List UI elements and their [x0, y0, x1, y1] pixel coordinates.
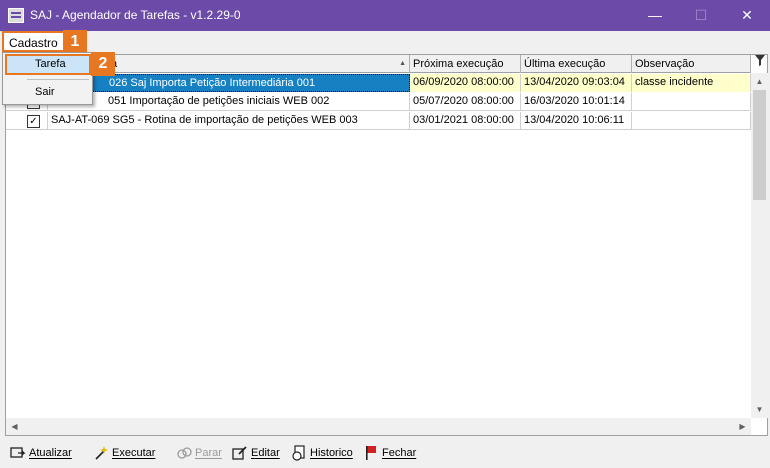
vertical-scrollbar[interactable]: ▲ ▼ — [751, 73, 768, 418]
row-description[interactable]: 026 Saj Importa Petição Intermediária 00… — [48, 74, 410, 92]
historico-button[interactable]: Historico — [291, 443, 353, 463]
menu-item-tarefa[interactable]: Tarefa — [5, 54, 91, 75]
scroll-left-icon[interactable]: ◀ — [6, 418, 23, 435]
header-next-run[interactable]: Próxima execução — [410, 55, 521, 73]
exit-flag-icon — [363, 445, 379, 461]
row-description[interactable]: 051 Importação de petições iniciais WEB … — [48, 93, 410, 111]
filter-icon[interactable] — [753, 55, 767, 73]
row-next-run[interactable]: 05/07/2020 08:00:00 — [410, 93, 521, 111]
row-observation[interactable]: classe incidente — [632, 74, 751, 92]
menu-item-sair[interactable]: Sair — [5, 82, 91, 102]
minimize-button[interactable]: — — [632, 0, 678, 31]
row-next-run[interactable]: 06/09/2020 08:00:00 — [410, 74, 521, 92]
scroll-thumb[interactable] — [753, 90, 766, 200]
history-icon — [291, 445, 307, 461]
parar-button[interactable]: Parar — [176, 443, 222, 463]
row-description[interactable]: SAJ-AT-069 SG5 - Rotina de importação de… — [48, 112, 410, 130]
title-bar: SAJ - Agendador de Tarefas - v1.2.29-0 —… — [0, 0, 770, 31]
scroll-up-icon[interactable]: ▲ — [751, 73, 768, 90]
row-last-run[interactable]: 16/03/2020 10:01:14 — [521, 93, 632, 111]
row-observation[interactable] — [632, 112, 751, 130]
row-last-run[interactable]: 13/04/2020 09:03:04 — [521, 74, 632, 92]
table-row[interactable]: ✓ SAJ-AT-069 SG5 - Rotina de importação … — [6, 112, 751, 130]
window-title: SAJ - Agendador de Tarefas - v1.2.29-0 — [30, 8, 241, 22]
app-icon — [8, 8, 24, 23]
maximize-button[interactable]: ☐ — [678, 0, 724, 31]
menu-cadastro[interactable]: Cadastro — [2, 31, 65, 52]
edit-icon — [232, 445, 248, 461]
menu-separator — [27, 79, 89, 80]
run-wand-icon — [93, 445, 109, 461]
header-observation[interactable]: Observação — [632, 55, 751, 73]
atualizar-button[interactable]: Atualizar — [10, 443, 72, 463]
refresh-icon — [10, 445, 26, 461]
menu-bar: Cadastro 1 — [0, 30, 770, 54]
grid-header: fa ▲ Próxima execução Última execução Ob… — [6, 55, 751, 73]
close-button[interactable]: ✕ — [724, 0, 770, 31]
bottom-toolbar: Atualizar Executar Parar Editar Historic… — [0, 440, 770, 466]
scroll-right-icon[interactable]: ▶ — [734, 418, 751, 435]
task-grid: fa ▲ Próxima execução Última execução Ob… — [5, 54, 768, 436]
stop-icon — [176, 445, 192, 461]
row-last-run[interactable]: 13/04/2020 10:06:11 — [521, 112, 632, 130]
scroll-down-icon[interactable]: ▼ — [751, 401, 768, 418]
fechar-button[interactable]: Fechar — [363, 443, 416, 463]
horizontal-scrollbar[interactable]: ◀ ▶ — [6, 418, 751, 435]
row-observation[interactable] — [632, 93, 751, 111]
cadastro-dropdown-menu: Tarefa Sair — [2, 52, 93, 105]
row-next-run[interactable]: 03/01/2021 08:00:00 — [410, 112, 521, 130]
row-check-cell: ✓ — [6, 112, 48, 130]
table-row[interactable]: 051 Importação de petições iniciais WEB … — [6, 93, 751, 111]
table-row[interactable]: 026 Saj Importa Petição Intermediária 00… — [6, 74, 751, 92]
row-checkbox-checked[interactable]: ✓ — [27, 115, 40, 128]
executar-button[interactable]: Executar — [93, 443, 155, 463]
sort-arrow-icon: ▲ — [399, 60, 406, 67]
callout-badge-2: 2 — [91, 52, 115, 76]
callout-badge-1: 1 — [63, 30, 87, 54]
editar-button[interactable]: Editar — [232, 443, 280, 463]
header-last-run[interactable]: Última execução — [521, 55, 632, 73]
